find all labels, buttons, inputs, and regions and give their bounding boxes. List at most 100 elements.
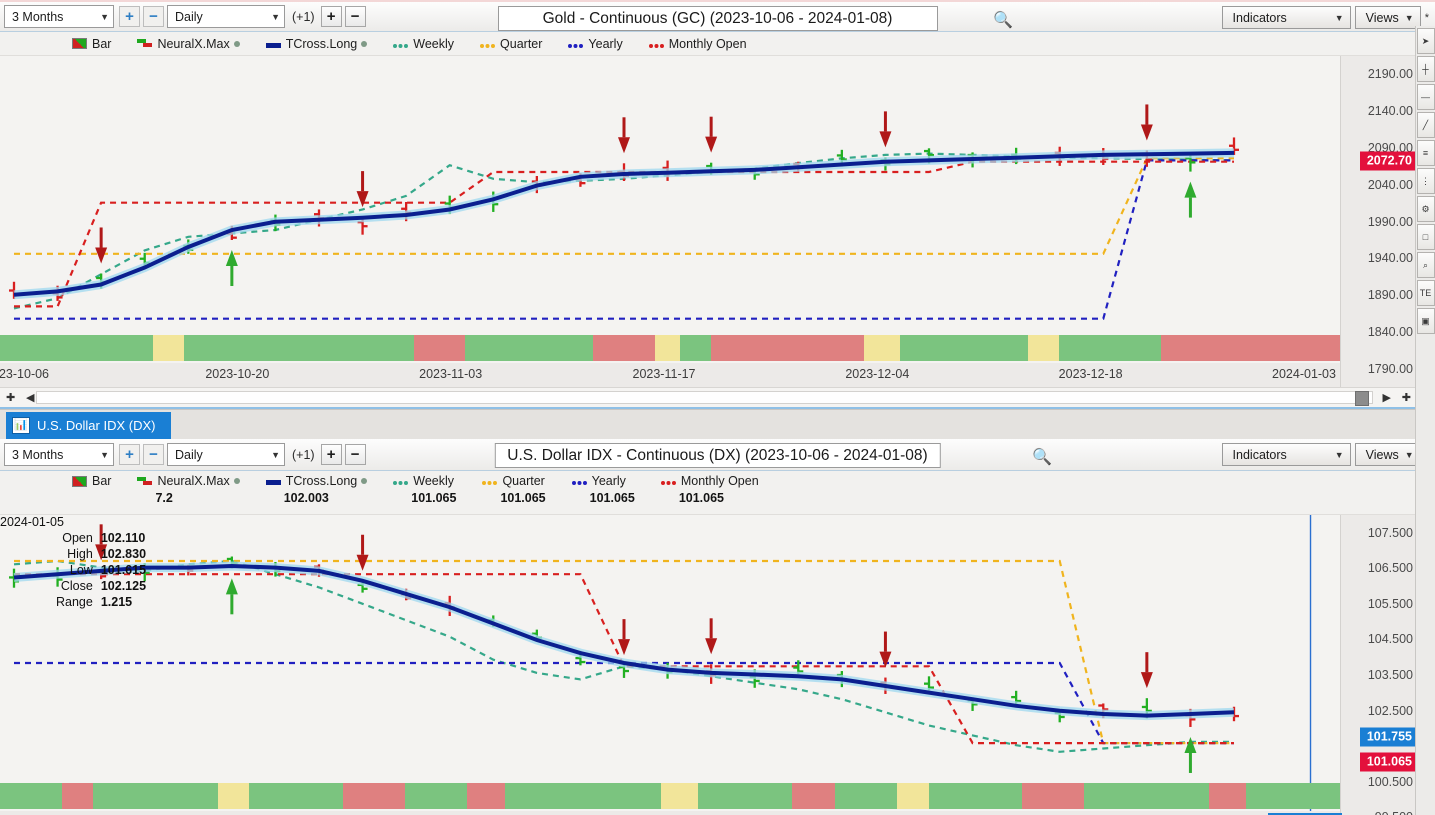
heat-segment (593, 335, 655, 361)
sell-signal-arrow-icon (356, 554, 369, 571)
sell-signal-arrow-icon (1140, 124, 1153, 141)
scroll-expand-left-icon[interactable]: ✚ (6, 391, 15, 404)
bottom-interval-plus-button[interactable]: + (320, 444, 342, 465)
drawing-tools-rail[interactable]: ➤ ┼ — ╱ ≡ ⋮ ⚙ □ ⌕ TE ▣ (1415, 26, 1435, 815)
bottom-range-minus-button[interactable]: − (143, 444, 164, 465)
top-date-axis[interactable]: 23-10-06 2023-10-20 2023-11-03 2023-11-17 20… (0, 363, 1340, 387)
legend-item-monthly-open[interactable]: Monthly Open 101.065 (660, 474, 759, 505)
indicator-status-dot-icon[interactable] (233, 40, 240, 47)
bottom-interval-select[interactable]: Daily ▼ (167, 443, 285, 466)
price-tick-label: 103.500 (1367, 668, 1413, 682)
price-tick-label: 107.500 (1367, 525, 1413, 540)
heat-segment (864, 335, 901, 361)
legend-item-yearly[interactable]: Yearly (568, 36, 623, 51)
legend-item-quarter[interactable]: Quarter 101.065 (482, 474, 546, 505)
legend-item-monthly-open[interactable]: Monthly Open (648, 37, 747, 51)
indicator-status-dot-icon[interactable] (361, 478, 368, 484)
price-badge: 101.755 (1359, 727, 1419, 747)
legend-item-weekly[interactable]: Weekly 101.065 (393, 474, 456, 505)
legend-item-weekly[interactable]: Weekly (393, 37, 454, 51)
top-range-select[interactable]: 3 Months ▼ (4, 5, 114, 28)
price-tick-label: 1940.00 (1367, 251, 1413, 266)
legend-label: Yearly (588, 36, 623, 51)
heat-segment (184, 335, 415, 361)
horizontal-line-icon[interactable]: — (1416, 84, 1435, 110)
top-interval-minus-button[interactable]: − (344, 6, 366, 27)
bottom-date-axis[interactable]: 23-10-062023-10-202023-11-032023-11-1720… (0, 811, 1342, 815)
top-range-plus-button[interactable]: + (119, 6, 140, 27)
top-symbol-field[interactable]: Gold - Continuous (GC) (2023-10-06 - 202… (497, 6, 938, 31)
note-icon[interactable]: ▣ (1416, 308, 1435, 334)
dash-swatch-icon (648, 43, 664, 48)
chevron-down-icon: ▼ (1404, 12, 1414, 23)
bottom-views-button[interactable]: Views ▼ (1354, 443, 1421, 466)
top-interval-select[interactable]: Daily ▼ (167, 5, 285, 28)
legend-label: Quarter (502, 474, 545, 488)
tcross-swatch-icon (265, 480, 281, 485)
heat-segment (1209, 783, 1247, 809)
dash-swatch-icon (568, 43, 584, 48)
legend-item-yearly[interactable]: Yearly 101.065 (571, 474, 635, 505)
scroll-thumb[interactable] (1355, 391, 1369, 406)
legend-item-neuralx-max[interactable]: NeuralX.Max 7.2 (137, 474, 240, 505)
legend-item-neuralx-max[interactable]: NeuralX.Max (137, 36, 240, 51)
heat-segment (654, 335, 681, 361)
bottom-search-icon[interactable]: 🔍 (1032, 447, 1052, 467)
bottom-symbol-field[interactable]: U.S. Dollar IDX - Continuous (DX) (2023-… (494, 443, 941, 468)
legend-value: 7.2 (155, 491, 173, 505)
legend-label: Quarter (500, 36, 543, 51)
date-tick-label: 2023-12-04 (845, 367, 910, 381)
legend-item-bar[interactable]: Bar (72, 474, 111, 488)
legend-item-bar[interactable]: Bar (72, 37, 111, 51)
legend-item-tcross-long[interactable]: TCross.Long (265, 37, 368, 51)
scroll-expand-right-icon[interactable]: ✚ (1402, 391, 1411, 404)
fib-icon[interactable]: ≡ (1416, 140, 1435, 166)
text-icon[interactable]: TE (1416, 280, 1435, 306)
legend-item-quarter[interactable]: Quarter (480, 37, 542, 51)
top-search-icon[interactable]: 🔍 (993, 10, 1013, 30)
heat-segment (897, 783, 929, 809)
price-tick-label: 102.500 (1367, 703, 1413, 718)
sell-signal-arrow-icon (705, 136, 718, 153)
cursor-icon[interactable]: ➤ (1416, 28, 1435, 54)
scroll-right-icon[interactable]: ▶ (1383, 391, 1391, 404)
neuralx-swatch-icon (137, 38, 153, 49)
crosshair-icon[interactable]: ┼ (1416, 56, 1435, 82)
bottom-chart-legend: Bar NeuralX.Max 7.2 TCross.Long 102.003 Weekl… (0, 471, 1435, 515)
date-tick-label: 2023-11-03 (419, 367, 483, 381)
date-tick-label: 2023-12-18 (1058, 367, 1123, 381)
top-range-minus-button[interactable]: − (143, 6, 164, 27)
legend-item-tcross-long[interactable]: TCross.Long 102.003 (265, 474, 368, 505)
legend-label: TCross.Long (285, 474, 358, 488)
legend-value: 101.065 (500, 491, 546, 505)
top-star-icon[interactable]: * (1425, 12, 1429, 24)
bar-swatch-icon (72, 38, 87, 49)
indicator-status-dot-icon[interactable] (233, 478, 240, 484)
heat-segment (0, 335, 154, 361)
bottom-chart-area[interactable]: 2024-01-05 Open 102.110 High 102.830 Low 101.6… (0, 515, 1435, 815)
heat-segment (218, 783, 250, 809)
top-chart-area[interactable]: 2190.00 2140.00 2090.00 2040.00 1990.00 1940.… (0, 56, 1435, 387)
scroll-left-icon[interactable]: ◀ (26, 391, 34, 404)
legend-label: NeuralX.Max (157, 36, 230, 51)
magnet-icon[interactable]: ⌕ (1416, 252, 1435, 278)
bottom-range-plus-button[interactable]: + (119, 444, 140, 465)
trend-heat-strip (0, 783, 1340, 809)
rectangle-icon[interactable]: □ (1416, 224, 1435, 250)
trendline-icon[interactable]: ╱ (1416, 112, 1435, 138)
top-interval-plus-button[interactable]: + (320, 6, 342, 27)
bottom-range-select[interactable]: 3 Months ▼ (4, 443, 114, 466)
top-horizontal-scrollbar[interactable]: ✚ ◀ ▶ ✚ (0, 387, 1435, 409)
indicator-status-dot-icon[interactable] (361, 40, 368, 47)
price-badge: 101.065 (1359, 752, 1419, 772)
sell-signal-arrow-icon (618, 639, 630, 656)
settings-icon[interactable]: ⚙ (1416, 196, 1435, 222)
scroll-track[interactable] (36, 391, 1373, 404)
top-indicators-button[interactable]: Indicators ▼ (1221, 6, 1351, 29)
bottom-indicators-button[interactable]: Indicators ▼ (1221, 443, 1351, 466)
top-views-button[interactable]: Views ▼ (1354, 6, 1421, 29)
tab-us-dollar-idx[interactable]: 📊 U.S. Dollar IDX (DX) (6, 412, 172, 439)
dash-swatch-icon (393, 43, 409, 48)
ruler-icon[interactable]: ⋮ (1416, 168, 1435, 194)
bottom-interval-minus-button[interactable]: − (344, 444, 366, 465)
